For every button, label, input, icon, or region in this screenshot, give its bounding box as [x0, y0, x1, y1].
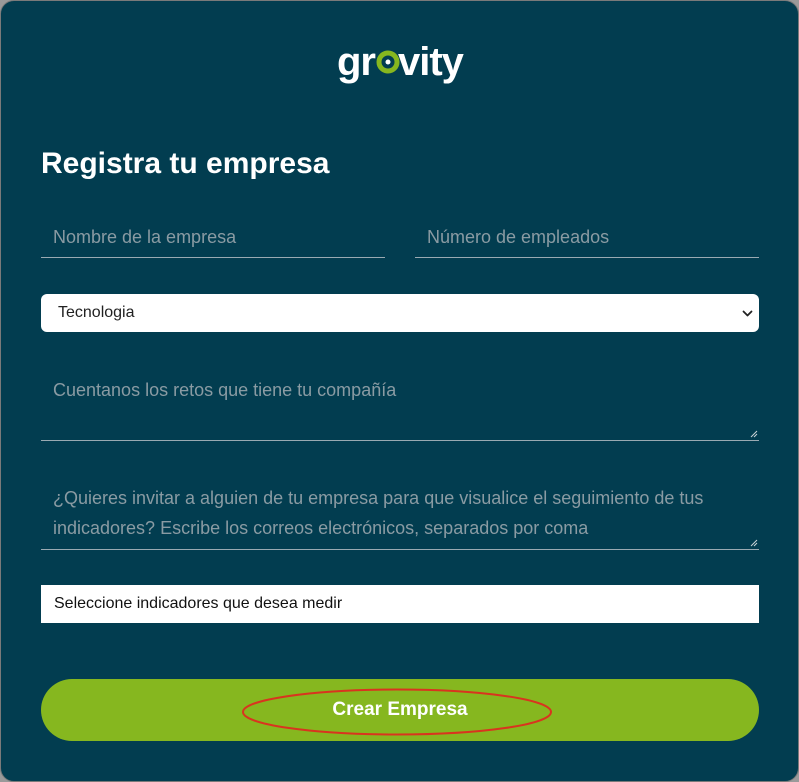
invite-emails-placeholder: ¿Quieres invitar a alguien de tu empresa… — [53, 488, 704, 538]
company-name-placeholder: Nombre de la empresa — [53, 227, 237, 247]
indicators-multiselect[interactable]: Seleccione indicadores que desea medir — [41, 585, 759, 623]
challenges-placeholder: Cuentanos los retos que tiene tu compañí… — [53, 380, 397, 400]
employee-count-input[interactable]: Número de empleados — [415, 215, 759, 258]
sector-select[interactable]: Tecnologia — [41, 294, 759, 332]
sector-select-value: Tecnologia — [58, 304, 135, 321]
employee-count-placeholder: Número de empleados — [427, 227, 610, 247]
indicators-placeholder: Seleccione indicadores que desea medir — [54, 595, 343, 612]
challenges-textarea[interactable]: Cuentanos los retos que tiene tu compañí… — [41, 375, 759, 441]
chevron-down-icon — [742, 310, 753, 317]
company-name-input[interactable]: Nombre de la empresa — [41, 215, 385, 258]
create-company-button[interactable]: Crear Empresa — [41, 679, 759, 741]
invite-emails-textarea[interactable]: ¿Quieres invitar a alguien de tu empresa… — [41, 483, 759, 550]
registration-card: gr vity Registra tu empresa Nombre de la… — [0, 0, 799, 782]
page-title: Registra tu empresa — [41, 147, 330, 180]
create-company-label: Crear Empresa — [332, 699, 468, 720]
grovity-logo: gr vity — [1, 37, 798, 93]
resize-grip-icon[interactable] — [750, 430, 758, 438]
svg-text:gr: gr — [337, 40, 375, 84]
svg-text:vity: vity — [398, 40, 465, 84]
grovity-logo-image: gr vity — [337, 40, 466, 84]
resize-grip-icon[interactable] — [750, 539, 758, 547]
